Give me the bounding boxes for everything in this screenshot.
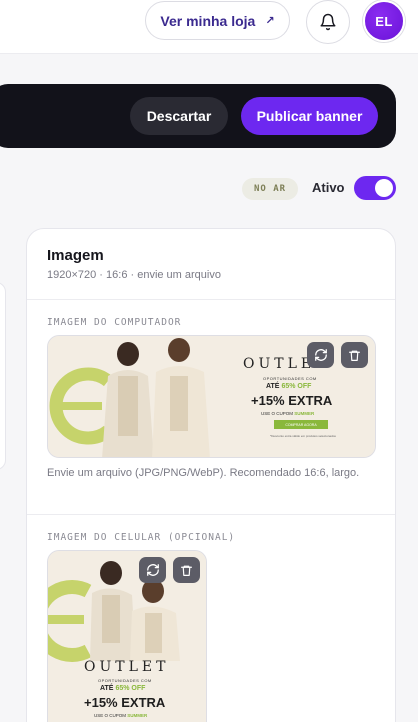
desktop-image-label: IMAGEM DO COMPUTADOR — [47, 317, 182, 328]
banner-coupon: USE O CUPOM SUMMER — [261, 411, 314, 416]
external-link-icon: ↗ — [265, 15, 275, 27]
replace-mobile-image-button[interactable] — [139, 557, 166, 583]
divider — [27, 299, 395, 300]
banner-cta-label: COMPRAR AGORA — [285, 422, 317, 427]
discard-button[interactable]: Descartar — [130, 97, 228, 135]
mobile-image-label: IMAGEM DO CELULAR (OPCIONAL) — [47, 532, 236, 543]
delete-mobile-image-button[interactable] — [173, 557, 200, 583]
view-store-label: Ver minha loja — [160, 12, 256, 29]
banner-coupon: USE O CUPOM SUMMER — [94, 713, 147, 718]
desktop-image-hint: Envie um arquivo (JPG/PNG/WebP). Recomen… — [47, 467, 360, 479]
banner-line2-prefix: ATÉ — [100, 685, 114, 692]
banner-extra: +15% EXTRA — [84, 695, 166, 710]
banner-line1: OPORTUNIDADES COM — [98, 678, 152, 683]
banner-extra: +15% EXTRA — [251, 393, 333, 408]
card-subtitle: 1920×720 · 16:6 · envie um arquivo — [47, 269, 221, 281]
banner-line2: ATÉ 65% OFF — [266, 383, 311, 390]
banner-coupon-prefix: USE O CUPOM — [261, 411, 294, 416]
bell-icon — [320, 13, 336, 31]
status-badge: NO AR — [242, 178, 298, 200]
avatar-initials: EL — [375, 13, 393, 29]
avatar[interactable]: EL — [363, 0, 405, 42]
card-title: Imagem — [47, 247, 104, 264]
trash-icon — [181, 565, 192, 576]
banner-fine-print: *Desconto extra válido em produtos selec… — [270, 434, 336, 438]
trash-icon — [349, 350, 360, 361]
replace-icon — [314, 349, 327, 361]
view-store-button[interactable]: Ver minha loja ↗ — [145, 1, 290, 40]
notifications-button[interactable] — [306, 0, 350, 44]
publish-banner-button[interactable]: Publicar banner — [241, 97, 378, 135]
banner-line1: OPORTUNIDADES COM — [263, 376, 317, 381]
banner-line2-prefix: ATÉ — [266, 383, 280, 390]
replace-icon — [146, 564, 159, 576]
delete-desktop-image-button[interactable] — [341, 342, 368, 368]
banner-line2-highlight: 65% OFF — [281, 383, 312, 390]
banner-cta: COMPRAR AGORA — [274, 420, 328, 429]
banner-line2-highlight: 65% OFF — [115, 685, 146, 692]
toggle-knob — [375, 179, 393, 197]
side-panel — [0, 282, 6, 470]
banner-line2: ATÉ 65% OFF — [100, 685, 145, 692]
banner-coupon-prefix: USE O CUPOM — [94, 713, 127, 718]
image-card: Imagem 1920×720 · 16:6 · envie um arquiv… — [26, 228, 396, 722]
banner-coupon-code: SUMMER — [294, 411, 315, 416]
active-toggle-label: Ativo — [312, 180, 345, 195]
banner-brand: OUTLET — [84, 659, 170, 675]
active-toggle[interactable] — [354, 176, 396, 200]
banner-coupon-code: SUMMER — [127, 713, 148, 718]
divider — [27, 514, 395, 515]
replace-desktop-image-button[interactable] — [307, 342, 334, 368]
